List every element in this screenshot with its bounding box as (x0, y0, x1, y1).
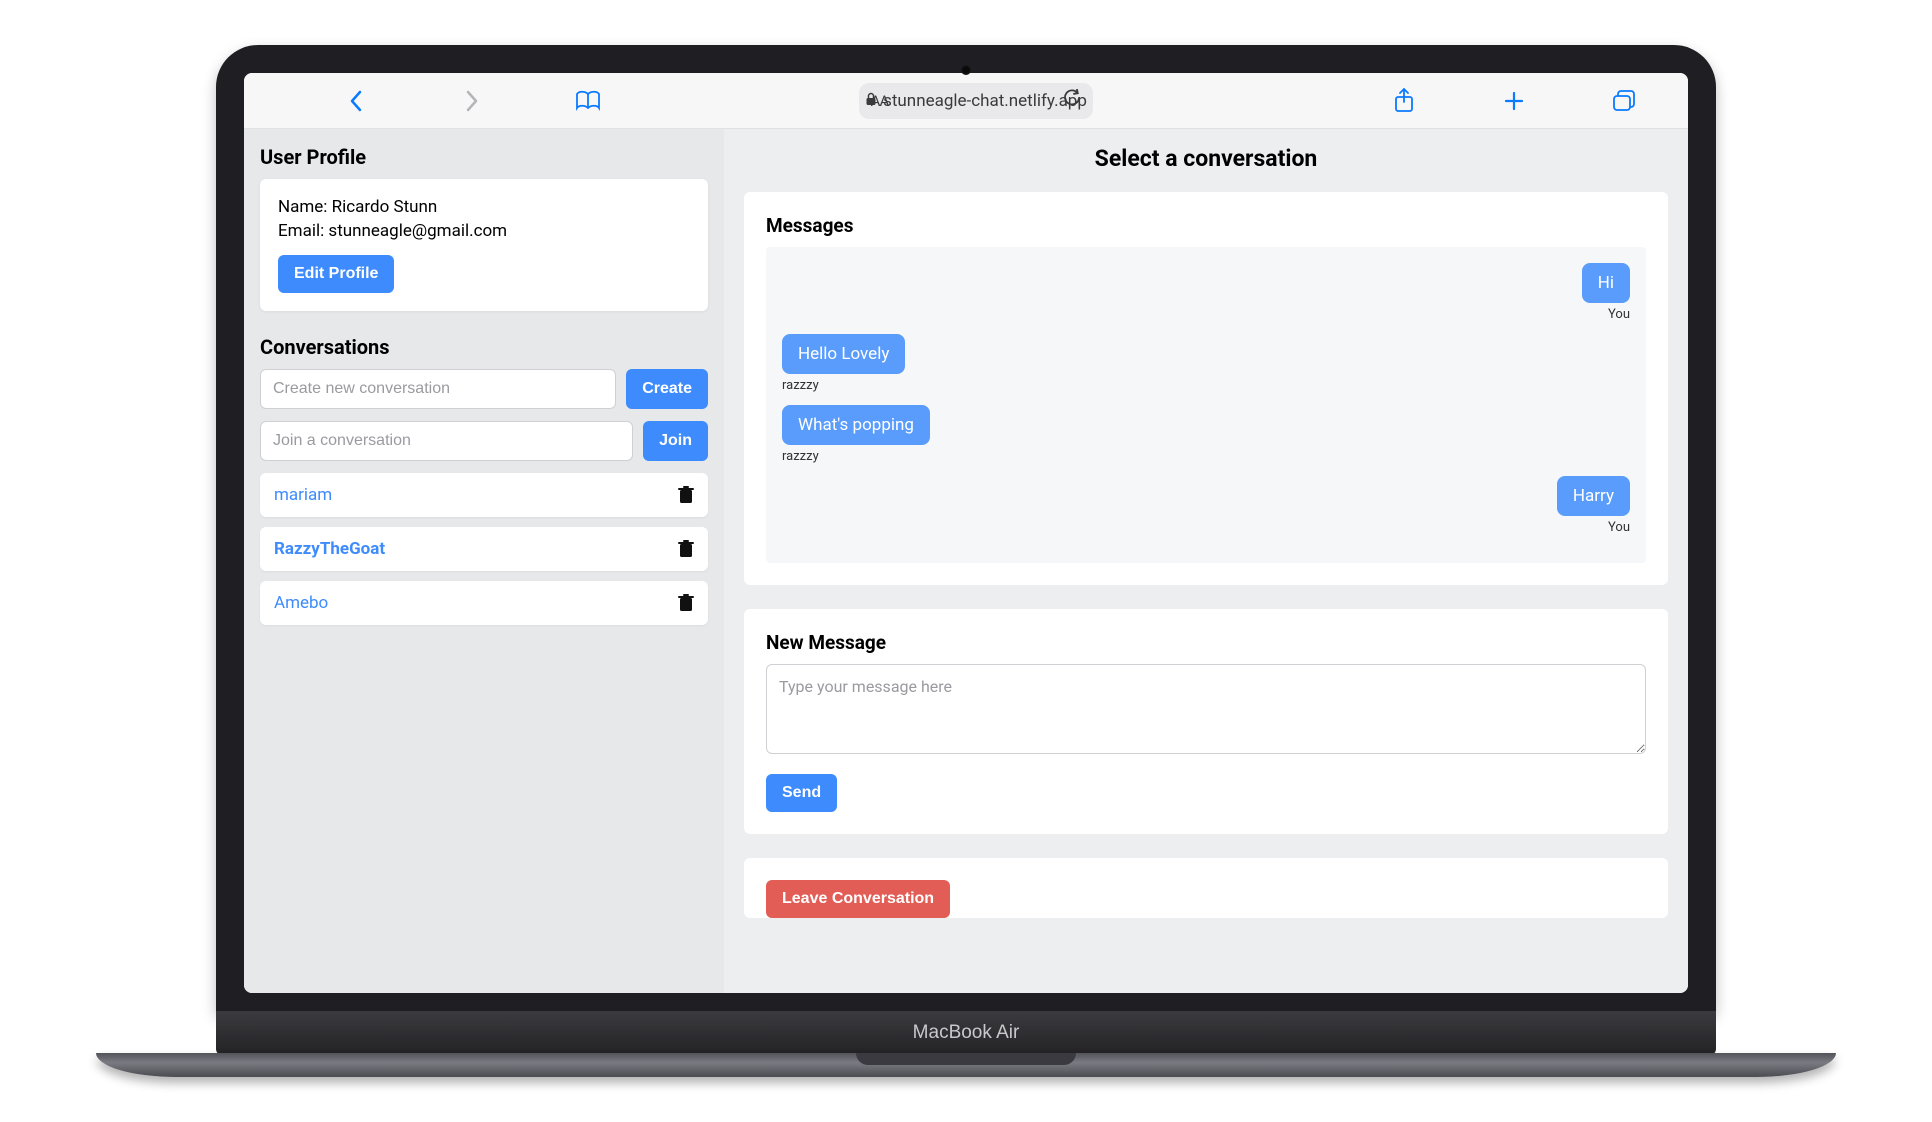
new-message-heading: New Message (766, 631, 1646, 654)
create-button[interactable]: Create (626, 369, 708, 409)
message-row: Harry You (782, 476, 1630, 535)
page-title: Select a conversation (744, 145, 1668, 172)
tabs-icon[interactable] (1604, 81, 1644, 121)
message-bubble: Harry (1557, 476, 1630, 516)
app-root: User Profile Name: Ricardo Stunn Email: … (244, 129, 1688, 993)
main-content: Select a conversation Messages Hi You Hell… (724, 129, 1688, 993)
url-text: stunneagle-chat.netlify.app (883, 91, 1087, 111)
profile-email: Email: stunneagle@gmail.com (278, 221, 690, 241)
url-bar[interactable]: AA stunneagle-chat.netlify.app (859, 83, 1094, 119)
refresh-icon[interactable] (1063, 89, 1081, 112)
edit-profile-button[interactable]: Edit Profile (278, 255, 394, 293)
reader-aa-icon[interactable]: AA (871, 92, 889, 110)
camera-dot (961, 65, 971, 75)
conversation-link[interactable]: RazzyTheGoat (274, 539, 385, 559)
trash-icon[interactable] (678, 486, 694, 504)
laptop-foot (96, 1053, 1836, 1077)
message-row: What's popping razzzy (782, 405, 1630, 464)
message-textarea[interactable] (766, 664, 1646, 754)
conversation-item: Amebo (260, 581, 708, 625)
browser-toolbar: AA stunneagle-chat.netlify.app (244, 73, 1688, 129)
trash-icon[interactable] (678, 594, 694, 612)
profile-heading: User Profile (260, 145, 708, 169)
sidebar: User Profile Name: Ricardo Stunn Email: … (244, 129, 724, 993)
trash-icon[interactable] (678, 540, 694, 558)
message-row: Hello Lovely razzzy (782, 334, 1630, 393)
device-label: MacBook Air (913, 1022, 1020, 1044)
conversation-link[interactable]: mariam (274, 485, 332, 505)
share-icon[interactable] (1384, 81, 1424, 121)
leave-conversation-button[interactable]: Leave Conversation (766, 880, 950, 918)
conversation-item: RazzyTheGoat (260, 527, 708, 571)
join-conversation-input[interactable] (260, 421, 633, 461)
new-message-card: New Message Send (744, 609, 1668, 834)
conversation-item: mariam (260, 473, 708, 517)
message-sender: You (1608, 307, 1630, 322)
messages-heading: Messages (766, 214, 1646, 237)
conversations-list: mariam RazzyTheGoat Amebo (260, 473, 708, 625)
messages-card: Messages HiYouHello LovelyrazzzyWhat's p… (744, 192, 1668, 585)
new-tab-icon[interactable] (1494, 81, 1534, 121)
laptop-frame: AA stunneagle-chat.netlify.app (216, 45, 1716, 1077)
join-button[interactable]: Join (643, 421, 708, 461)
screen: AA stunneagle-chat.netlify.app (244, 73, 1688, 993)
message-bubble: Hello Lovely (782, 334, 905, 374)
back-icon[interactable] (336, 81, 376, 121)
forward-icon[interactable] (452, 81, 492, 121)
message-sender: razzzy (782, 449, 819, 464)
laptop-chin: MacBook Air (216, 1011, 1716, 1055)
messages-area: Hi You Hello Lovely razzzy What's popping raz… (766, 247, 1646, 563)
message-bubble: What's popping (782, 405, 930, 445)
conversations-heading: Conversations (260, 335, 708, 359)
laptop-base: MacBook Air (216, 1011, 1716, 1077)
create-conversation-input[interactable] (260, 369, 616, 409)
message-bubble: Hi (1582, 263, 1630, 303)
reading-list-icon[interactable] (568, 81, 608, 121)
profile-card: Name: Ricardo Stunn Email: stunneagle@gm… (260, 179, 708, 311)
screen-bezel: AA stunneagle-chat.netlify.app (216, 45, 1716, 1011)
message-row: Hi You (782, 263, 1630, 322)
profile-name: Name: Ricardo Stunn (278, 197, 690, 217)
leave-card: Leave Conversation (744, 858, 1668, 918)
conversation-link[interactable]: Amebo (274, 593, 328, 613)
message-sender: You (1608, 520, 1630, 535)
send-button[interactable]: Send (766, 774, 837, 812)
message-sender: razzzy (782, 378, 819, 393)
